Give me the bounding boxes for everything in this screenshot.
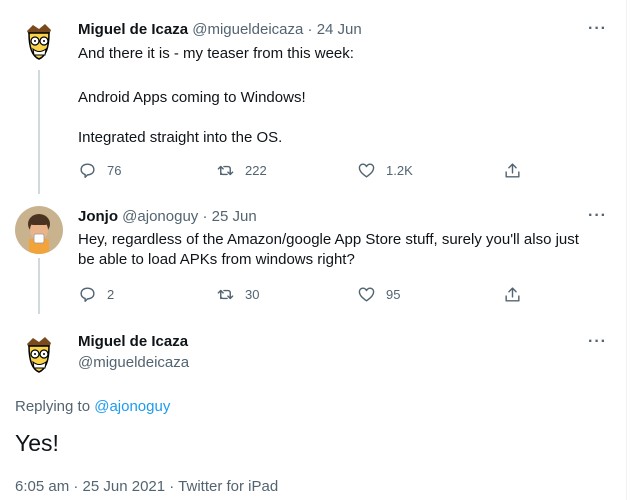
display-name[interactable]: Jonjo <box>78 208 118 225</box>
tweet-header: Jonjo @ajonoguy · 25 Jun <box>78 207 257 227</box>
tweet-thread: Miguel de Icaza @migueldeicaza · 24 Jun … <box>0 0 627 500</box>
reply-count: 76 <box>107 163 122 178</box>
like-count: 95 <box>386 287 401 302</box>
separator: · <box>307 21 313 38</box>
reply-icon <box>80 287 95 302</box>
tweet-text-line: Integrated straight into the OS. <box>78 129 283 146</box>
main-tweet-text: Yes! <box>15 430 59 456</box>
like-count: 1.2K <box>386 163 413 178</box>
tweet-text-line: And there it is - my teaser from this we… <box>78 45 354 62</box>
like-button[interactable]: 1.2K <box>357 161 413 180</box>
avatar[interactable] <box>15 330 63 378</box>
like-icon <box>358 287 375 302</box>
user-handle[interactable]: @migueldeicaza <box>192 21 303 38</box>
tweet-date[interactable]: 25 Jun <box>212 208 257 225</box>
retweet-icon <box>217 289 234 300</box>
user-handle[interactable]: @ajonoguy <box>122 208 198 225</box>
replying-to: Replying to @ajonoguy <box>15 398 170 415</box>
share-button[interactable] <box>503 161 522 180</box>
more-icon[interactable]: ··· <box>588 20 607 38</box>
reply-count: 2 <box>107 287 115 302</box>
avatar[interactable] <box>15 206 63 254</box>
tweet-text-line: Hey, regardless of the Amazon/google App… <box>78 231 579 248</box>
share-icon <box>505 163 520 178</box>
more-icon[interactable]: ··· <box>588 207 607 225</box>
separator: · <box>202 208 208 225</box>
replying-prefix: Replying to <box>15 398 91 415</box>
thread-line <box>38 70 40 194</box>
like-icon <box>358 163 375 178</box>
retweet-button[interactable]: 30 <box>216 285 259 304</box>
tweet-meta[interactable]: 6:05 am · 25 Jun 2021 · Twitter for iPad <box>15 478 278 495</box>
retweet-icon <box>217 165 234 176</box>
share-icon <box>505 287 520 302</box>
display-name[interactable]: Miguel de Icaza <box>78 21 188 38</box>
more-icon[interactable]: ··· <box>588 333 607 351</box>
tweet-text-line: Android Apps coming to Windows! <box>78 89 306 106</box>
reply-button[interactable]: 76 <box>78 161 121 180</box>
share-button[interactable] <box>503 285 522 304</box>
tweet-header: Miguel de Icaza @migueldeicaza · 24 Jun <box>78 20 362 40</box>
retweet-count: 222 <box>245 163 267 178</box>
avatar[interactable] <box>15 17 63 65</box>
reply-button[interactable]: 2 <box>78 285 114 304</box>
retweet-button[interactable]: 222 <box>216 161 267 180</box>
reply-icon <box>80 163 95 178</box>
tweet-text-line: be able to load APKs from windows right? <box>78 251 355 268</box>
retweet-count: 30 <box>245 287 260 302</box>
replying-to-link[interactable]: @ajonoguy <box>94 398 170 415</box>
like-button[interactable]: 95 <box>357 285 400 304</box>
tweet-date[interactable]: 24 Jun <box>317 21 362 38</box>
display-name[interactable]: Miguel de Icaza <box>78 333 188 350</box>
thread-line <box>38 258 40 314</box>
user-handle[interactable]: @migueldeicaza <box>78 354 189 371</box>
